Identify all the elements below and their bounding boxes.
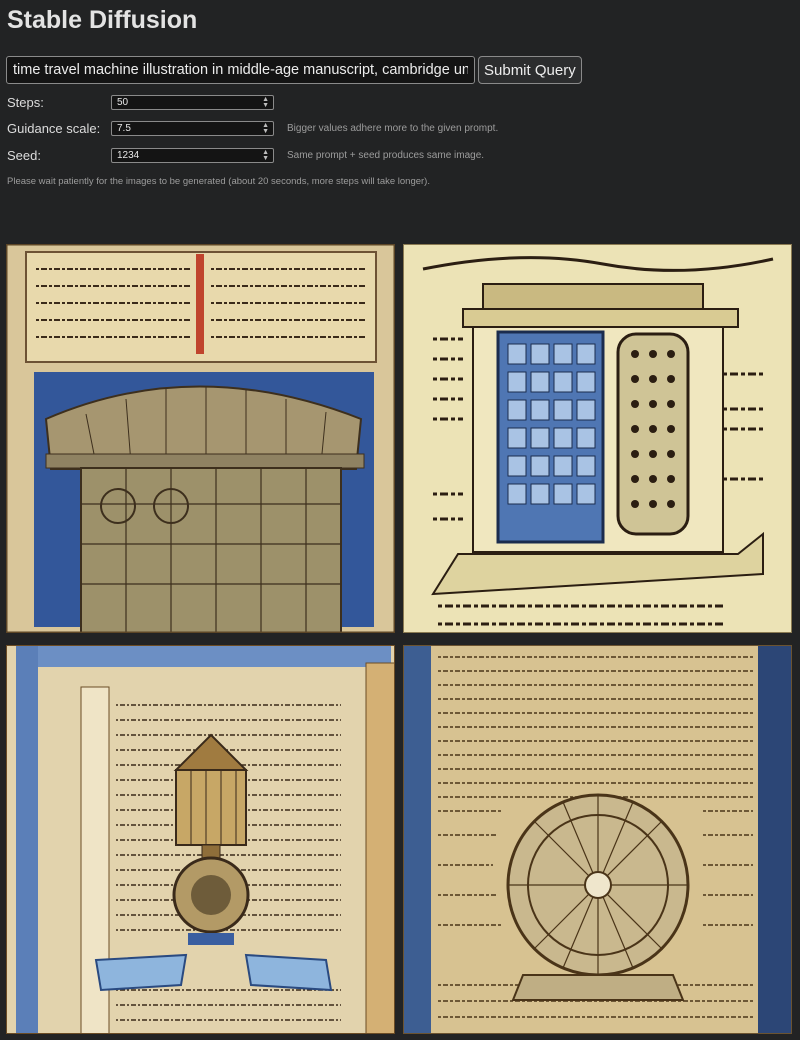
seed-input[interactable]: 1234 ▲ ▼ <box>111 148 274 163</box>
steps-label: Steps: <box>7 95 44 110</box>
guidance-row: Guidance scale: 7.5 ▲ ▼ Bigger values adh… <box>7 121 498 136</box>
seed-row: Seed: 1234 ▲ ▼ Same prompt + seed produce… <box>7 148 484 163</box>
stepper-arrows-icon[interactable]: ▲ ▼ <box>262 149 269 162</box>
guidance-hint: Bigger values adhere more to the given p… <box>287 123 499 134</box>
seed-value: 1234 <box>117 150 140 161</box>
guidance-input[interactable]: 7.5 ▲ ▼ <box>111 121 274 136</box>
prompt-form: Submit Query <box>6 56 582 84</box>
prompt-input[interactable] <box>6 56 475 84</box>
generated-image-4 <box>403 645 792 1034</box>
steps-row: Steps: 50 ▲ ▼ <box>7 95 274 110</box>
wait-note: Please wait patiently for the images to … <box>7 176 430 187</box>
seed-label: Seed: <box>7 148 41 163</box>
generated-image-1 <box>6 244 395 633</box>
stepper-arrows-icon[interactable]: ▲ ▼ <box>262 122 269 135</box>
generated-image-3 <box>6 645 395 1034</box>
steps-input[interactable]: 50 ▲ ▼ <box>111 95 274 110</box>
submit-query-button[interactable]: Submit Query <box>478 56 582 84</box>
seed-hint: Same prompt + seed produces same image. <box>287 150 485 161</box>
stepper-arrows-icon[interactable]: ▲ ▼ <box>262 96 269 109</box>
steps-value: 50 <box>117 97 129 108</box>
page-title: Stable Diffusion <box>7 6 198 34</box>
guidance-value: 7.5 <box>117 123 131 134</box>
guidance-label: Guidance scale: <box>7 121 101 136</box>
generated-image-2 <box>403 244 792 633</box>
